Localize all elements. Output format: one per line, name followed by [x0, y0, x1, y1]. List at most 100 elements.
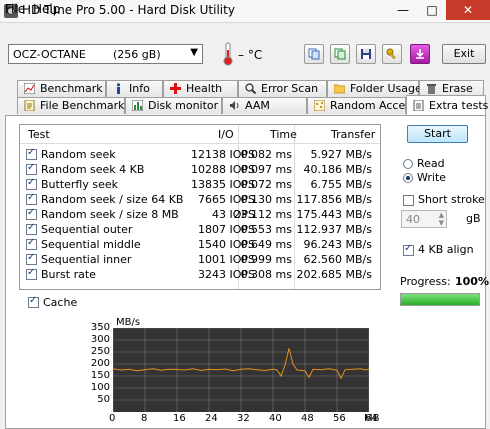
test-name: Sequential outer [41, 223, 133, 236]
row-checkbox[interactable] [26, 162, 37, 175]
tab-extra-tests[interactable]: Extra tests [406, 95, 489, 115]
tab-label: Benchmark [40, 82, 103, 95]
tab-aam[interactable]: AAM [222, 97, 307, 114]
test-time: 23.112 ms [233, 208, 292, 221]
graph-ylabel: MB/s [116, 317, 141, 328]
test-transfer: 175.443 MB/s [296, 208, 372, 221]
copy-icon [308, 48, 320, 60]
copy-all-button[interactable] [330, 44, 350, 64]
y-tick-label: 350 [90, 322, 110, 333]
row-checkbox[interactable] [26, 237, 37, 250]
spin-arrows-icon[interactable]: ▲ ▼ [439, 211, 444, 227]
transfer-graph [113, 328, 369, 412]
test-transfer: 117.856 MB/s [296, 193, 372, 206]
test-transfer: 5.927 MB/s [310, 148, 372, 161]
x-tick-label: 48 [301, 413, 314, 424]
row-checkbox[interactable] [26, 252, 37, 265]
x-tick-label: 16 [173, 413, 186, 424]
cache-label: Cache [43, 296, 78, 309]
table-row: Sequential inner1001 IOPS0.999 ms62.560 … [20, 252, 380, 267]
row-checkbox[interactable] [26, 267, 37, 280]
test-transfer: 112.937 MB/s [296, 223, 372, 236]
key-icon [386, 48, 396, 60]
table-row: Burst rate3243 IOPS0.308 ms202.685 MB/s [20, 267, 380, 282]
tab-label: Extra tests [429, 99, 489, 112]
test-name: Random seek 4 KB [41, 163, 145, 176]
read-label: Read [417, 157, 445, 170]
row-checkbox[interactable] [26, 222, 37, 235]
tab-file-benchmark[interactable]: File Benchmark [17, 97, 125, 114]
column-header-test[interactable]: Test [28, 128, 50, 141]
table-row: Random seek 4 KB10288 IOPS0.097 ms40.186… [20, 162, 380, 177]
test-transfer: 62.560 MB/s [303, 253, 372, 266]
tab-label: Error Scan [261, 82, 319, 95]
tab-info[interactable]: Info [106, 80, 163, 97]
tab-label: Folder Usage [350, 82, 422, 95]
test-time: 0.072 ms [240, 178, 292, 191]
exit-button[interactable]: Exit [442, 44, 486, 64]
tab-label: Erase [442, 82, 473, 95]
chevron-down-icon: ▼ [190, 47, 198, 58]
align-label: 4 KB align [418, 243, 474, 256]
row-checkbox[interactable] [26, 192, 37, 205]
options-button[interactable] [382, 44, 402, 64]
write-label: Write [417, 171, 447, 184]
test-name: Sequential inner [41, 253, 132, 266]
x-tick-label: 32 [237, 413, 250, 424]
drive-select[interactable]: OCZ-OCTANE (256 gB) ▼ [8, 44, 203, 64]
temperature-readout: – °C [238, 48, 263, 62]
column-header-io[interactable]: I/O [218, 128, 234, 141]
tab-benchmark[interactable]: Benchmark [17, 80, 106, 97]
graph-canvas [113, 328, 369, 412]
floppy-icon [361, 49, 371, 59]
x-tick-label: 24 [205, 413, 218, 424]
test-time: 0.999 ms [240, 253, 292, 266]
write-radio[interactable] [403, 173, 413, 183]
align-checkbox[interactable] [403, 243, 414, 256]
test-name: Random seek [41, 148, 116, 161]
tab-random-access[interactable]: Random Access [307, 97, 417, 114]
tab-label: Info [129, 82, 150, 95]
progress-bar [400, 293, 480, 306]
copy-button[interactable] [304, 44, 324, 64]
drive-size: (256 gB) [113, 48, 161, 61]
info-icon [116, 83, 121, 94]
tab-health[interactable]: Health [163, 80, 238, 97]
short-stroke-stepper[interactable]: 40 ▲ ▼ [401, 210, 447, 228]
start-button[interactable]: Start [407, 125, 468, 143]
row-checkbox[interactable] [26, 207, 37, 220]
column-header-transfer[interactable]: Transfer [331, 128, 375, 141]
short-stroke-checkbox[interactable] [403, 195, 414, 206]
tab-disk-monitor[interactable]: Disk monitor [125, 97, 222, 114]
random-access-icon [314, 100, 325, 111]
download-button[interactable] [410, 44, 430, 64]
short-stroke-value: 40 [406, 213, 420, 226]
short-stroke-unit: gB [466, 212, 481, 225]
read-radio[interactable] [403, 159, 413, 169]
table-row: Butterfly seek13835 IOPS0.072 ms6.755 MB… [20, 177, 380, 192]
test-transfer: 6.755 MB/s [310, 178, 372, 191]
minimize-button[interactable]: — [389, 0, 417, 20]
maximize-button[interactable]: □ [418, 0, 446, 20]
header-divider [20, 143, 380, 144]
column-header-time[interactable]: Time [270, 128, 297, 141]
row-checkbox[interactable] [26, 147, 37, 160]
arrow-down-icon [416, 49, 424, 59]
cache-checkbox[interactable] [28, 295, 39, 308]
close-button[interactable]: ✕ [446, 0, 490, 20]
menu-help[interactable]: Help [33, 2, 60, 16]
menu-file[interactable]: File [5, 2, 25, 16]
x-tick-label: 0 [109, 413, 116, 424]
x-tick-label: 8 [141, 413, 148, 424]
y-tick-label: 200 [90, 358, 110, 369]
progress-fill [401, 294, 479, 305]
menu-bar [0, 22, 490, 40]
copy-all-icon [334, 48, 346, 60]
test-time: 0.082 ms [240, 148, 292, 161]
table-row: Sequential outer1807 IOPS0.553 ms112.937… [20, 222, 380, 237]
x-tick-label: 56 [333, 413, 346, 424]
row-checkbox[interactable] [26, 177, 37, 190]
save-button[interactable] [356, 44, 376, 64]
extra-tests-icon [413, 100, 424, 111]
tab-error-scan[interactable]: Error Scan [238, 80, 327, 97]
